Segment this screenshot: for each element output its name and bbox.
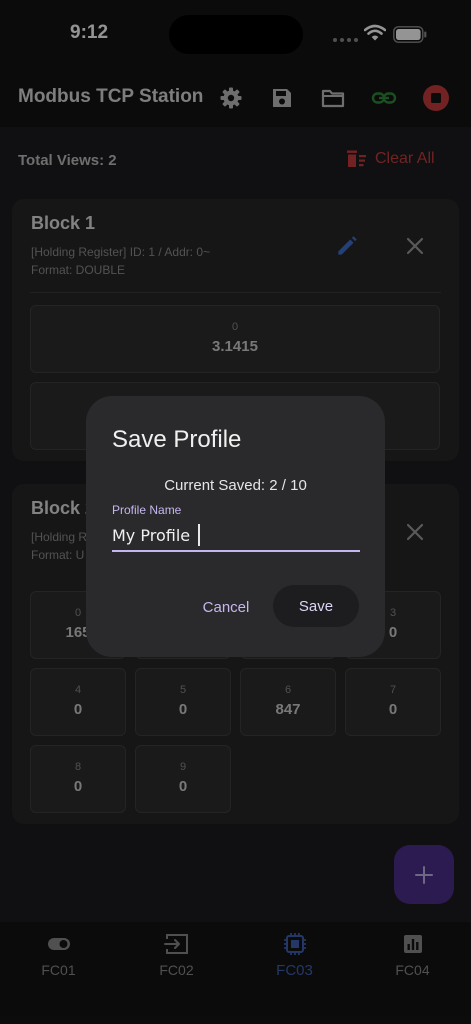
- profile-name-label: Profile Name: [112, 503, 182, 517]
- cancel-button[interactable]: Cancel: [198, 596, 254, 618]
- saved-count-label: Current Saved: 2 / 10: [164, 477, 307, 494]
- save-profile-dialog: Save Profile Current Saved: 2 / 10 Profi…: [86, 396, 385, 657]
- dialog-title: Save Profile: [112, 426, 242, 453]
- text-caret: [198, 524, 200, 546]
- profile-name-input[interactable]: [112, 520, 360, 552]
- save-button[interactable]: Save: [273, 585, 359, 627]
- app-screen: 9:12 Modbus TCP Station Total Views: 2 C…: [0, 0, 471, 1024]
